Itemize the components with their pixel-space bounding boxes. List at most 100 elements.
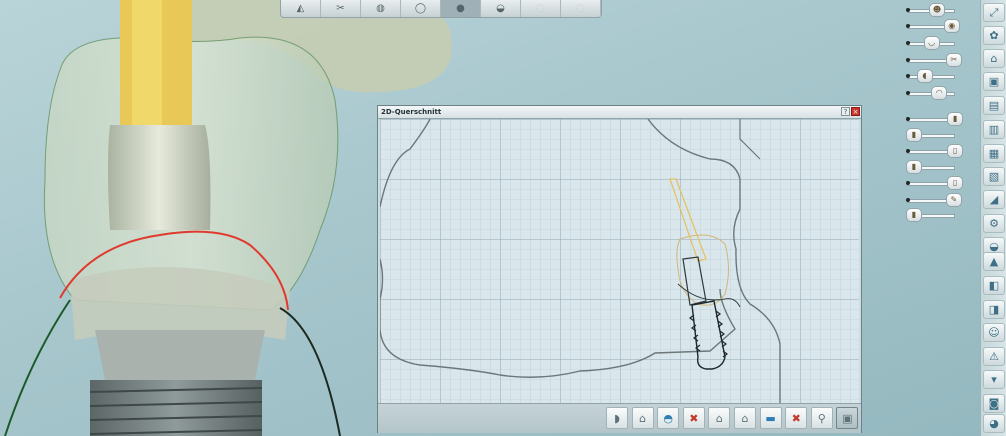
slider-2[interactable]: ◉ xyxy=(900,19,962,33)
strip-button-18[interactable]: ◙ xyxy=(983,394,1005,413)
strip-button-10[interactable]: ⚙ xyxy=(983,214,1005,233)
slider-3[interactable]: ◡ xyxy=(900,36,962,50)
footer-button-1[interactable]: ◗ xyxy=(606,407,628,429)
footer-button-8[interactable]: ✖ xyxy=(785,407,808,429)
right-tool-strip: ⤢ ✿ ⌂ ▣ ▤ ▥ ▦ ▧ ◢ ⚙ ◒ ▲ ◧ ◨ ☺ ⚠ ▾ ◙ ◕ xyxy=(980,0,1006,436)
slider-12[interactable]: ✎ xyxy=(900,193,962,207)
slider-1[interactable]: ☻ xyxy=(900,3,962,17)
strip-button-4[interactable]: ▣ xyxy=(983,72,1005,91)
slider-9[interactable]: ▯ xyxy=(900,144,964,158)
footer-button-2[interactable]: ⌂ xyxy=(631,407,654,429)
strip-10-icon: ⚙ xyxy=(989,217,999,230)
footer-button-3[interactable]: ◓ xyxy=(657,407,680,429)
toolbar-view-2-icon: ✂ xyxy=(336,2,345,14)
slider-2-marker xyxy=(906,24,910,28)
strip-3-icon: ⌂ xyxy=(990,52,998,65)
strip-button-15[interactable]: ☺ xyxy=(983,323,1005,342)
slider-9-thumb[interactable]: ▯ xyxy=(947,144,964,158)
help-button[interactable]: ? xyxy=(841,107,850,116)
strip-18-icon: ◙ xyxy=(988,397,1000,410)
footer-button-7[interactable]: ▬ xyxy=(759,407,782,429)
footer-button-10[interactable]: ▣ xyxy=(836,407,859,429)
footer-button-6[interactable]: ⌂ xyxy=(734,407,756,429)
gingiva-line-right xyxy=(279,307,341,436)
slider-6-thumb[interactable]: ◠ xyxy=(931,86,948,100)
toolbar-view-1-button[interactable]: ◭ xyxy=(281,0,321,17)
toolbar-view-6-button[interactable]: ◒ xyxy=(481,0,521,17)
footer-4-icon: ✖ xyxy=(689,411,699,425)
strip-button-16[interactable]: ⚠ xyxy=(983,347,1005,366)
slider-13-thumb[interactable]: ▮ xyxy=(906,208,922,222)
slider-7[interactable]: ▮ xyxy=(900,112,964,126)
cross-section-canvas[interactable] xyxy=(380,119,859,403)
strip-button-3[interactable]: ⌂ xyxy=(983,49,1005,68)
footer-3-icon: ◓ xyxy=(663,411,673,425)
slider-4[interactable]: ✂ xyxy=(900,53,962,67)
strip-16-icon: ⚠ xyxy=(989,350,999,363)
strip-button-14[interactable]: ◨ xyxy=(983,300,1005,319)
toolbar-view-7-button[interactable]: ◌ xyxy=(521,0,561,17)
footer-button-5[interactable]: ⌂ xyxy=(708,407,731,429)
slider-10[interactable]: ▮ xyxy=(900,160,962,174)
toolbar-view-8-icon: ◌ xyxy=(576,2,585,14)
strip-15-icon: ☺ xyxy=(988,326,1000,339)
strip-2-icon: ✿ xyxy=(989,29,999,42)
strip-9-icon: ◢ xyxy=(989,193,999,206)
slider-11[interactable]: ▯ xyxy=(900,176,964,190)
strip-19-icon: ◕ xyxy=(989,417,999,430)
strip-button-13[interactable]: ◧ xyxy=(983,276,1005,295)
footer-button-9[interactable]: ⚲ xyxy=(810,407,833,429)
view-toolbar: ◭ ✂ ◍ ◯ ● ◒ ◌ ◌ xyxy=(280,0,602,18)
toolbar-view-3-button[interactable]: ◍ xyxy=(361,0,401,17)
strip-7-icon: ▦ xyxy=(988,147,1000,160)
abutment xyxy=(108,125,211,230)
slider-1-marker xyxy=(906,8,910,12)
strip-button-7[interactable]: ▦ xyxy=(983,144,1005,163)
strip-button-5[interactable]: ▤ xyxy=(983,96,1005,115)
footer-button-4[interactable]: ✖ xyxy=(682,407,705,429)
footer-5-icon: ⌂ xyxy=(715,411,723,425)
strip-button-2[interactable]: ✿ xyxy=(983,26,1005,45)
slider-10-thumb[interactable]: ▮ xyxy=(906,160,922,174)
slider-7-thumb[interactable]: ▮ xyxy=(947,112,964,126)
window-titlebar[interactable]: 2D-Querschnitt ? × xyxy=(378,106,861,119)
slider-8[interactable]: ▮ xyxy=(900,128,962,142)
strip-11-icon: ◒ xyxy=(989,240,999,253)
strip-button-17[interactable]: ▾ xyxy=(983,370,1005,389)
slider-5[interactable]: ◖ xyxy=(900,69,962,83)
strip-button-6[interactable]: ▥ xyxy=(983,120,1005,139)
close-button[interactable]: × xyxy=(851,107,860,116)
strip-fit-button[interactable]: ⤢ xyxy=(983,3,1005,22)
footer-6-icon: ⌂ xyxy=(741,411,749,425)
slider-5-marker xyxy=(906,74,910,78)
cross-section-window: 2D-Querschnitt ? × ◗ ⌂ ◓ ✖ ⌂ ⌂ ▬ ✖ ⚲ ▣ xyxy=(377,105,862,433)
transparency-slider-panel: ☻ ◉ ◡ ✂ ◖ ◠ ▮ ▮ ▯ ▮ ▯ ✎ ▮ xyxy=(900,0,964,230)
toolbar-view-5-button[interactable]: ● xyxy=(441,0,481,17)
strip-button-12[interactable]: ▲ xyxy=(983,252,1005,271)
toolbar-view-3-icon: ◍ xyxy=(376,2,385,14)
slider-4-thumb[interactable]: ✂ xyxy=(945,53,962,67)
slider-7-marker xyxy=(906,117,910,121)
gingiva-line-left xyxy=(4,299,71,436)
slider-1-thumb[interactable]: ☻ xyxy=(929,3,946,17)
toolbar-view-2-button[interactable]: ✂ xyxy=(321,0,361,17)
slider-6[interactable]: ◠ xyxy=(900,86,962,100)
toolbar-view-4-button[interactable]: ◯ xyxy=(401,0,441,17)
strip-button-8[interactable]: ▧ xyxy=(983,167,1005,186)
slider-11-marker xyxy=(906,181,910,185)
slider-13[interactable]: ▮ xyxy=(900,208,962,222)
toolbar-view-1-icon: ◭ xyxy=(296,2,305,14)
strip-4-icon: ▣ xyxy=(988,75,1000,88)
strip-17-icon: ▾ xyxy=(991,373,997,386)
slider-5-thumb[interactable]: ◖ xyxy=(916,69,933,83)
slider-3-thumb[interactable]: ◡ xyxy=(923,36,940,50)
strip-button-19[interactable]: ◕ xyxy=(983,414,1005,433)
slider-2-thumb[interactable]: ◉ xyxy=(943,19,960,33)
strip-button-9[interactable]: ◢ xyxy=(983,190,1005,209)
footer-7-icon: ▬ xyxy=(765,411,776,425)
slider-8-thumb[interactable]: ▮ xyxy=(906,128,922,142)
toolbar-view-8-button[interactable]: ◌ xyxy=(561,0,601,17)
grid xyxy=(380,119,859,403)
slider-12-thumb[interactable]: ✎ xyxy=(945,193,962,207)
slider-11-thumb[interactable]: ▯ xyxy=(947,176,964,190)
